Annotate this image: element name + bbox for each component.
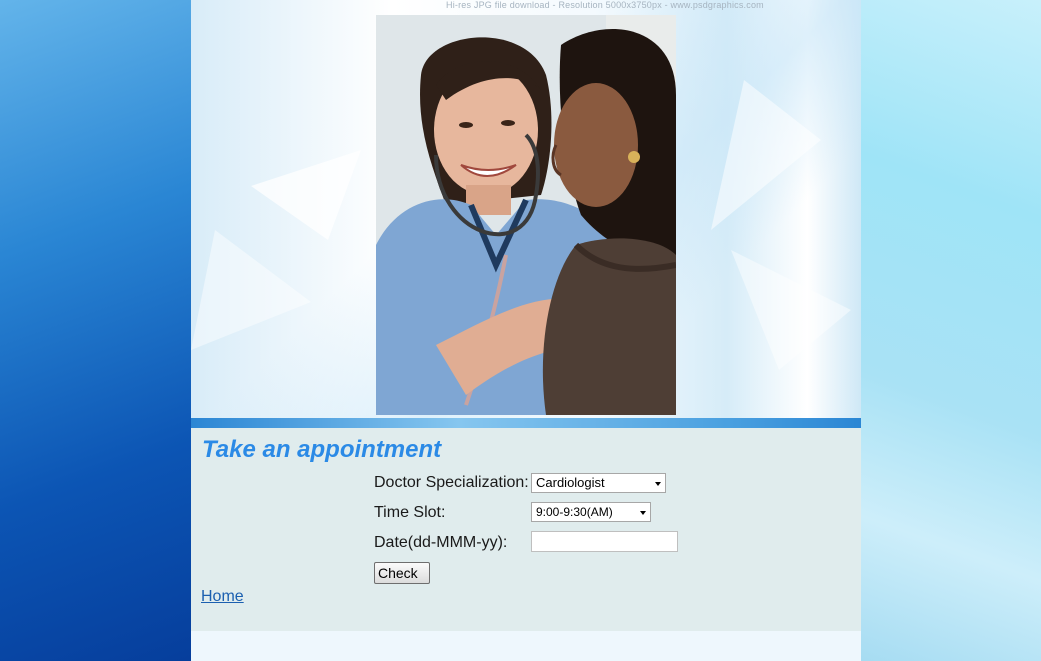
specialization-label: Doctor Specialization: <box>374 474 529 491</box>
footer-area <box>191 631 861 661</box>
specialization-select[interactable]: Cardiologist <box>531 473 666 493</box>
timeslot-label: Time Slot: <box>374 504 446 521</box>
banner-divider <box>191 418 861 428</box>
header-banner: Hi-res JPG file download - Resolution 50… <box>191 0 861 418</box>
date-input[interactable] <box>531 531 678 552</box>
page-title: Take an appointment <box>202 436 442 463</box>
date-label: Date(dd-MMM-yy): <box>374 534 508 551</box>
chevron-down-icon <box>640 511 646 515</box>
banner-shard <box>191 230 311 350</box>
doctor-patient-illustration <box>376 15 676 415</box>
timeslot-select[interactable]: 9:00-9:30(AM) <box>531 502 651 522</box>
right-background <box>861 0 1041 661</box>
banner-shard <box>711 80 821 230</box>
home-link[interactable]: Home <box>201 588 244 606</box>
banner-shard <box>251 150 361 240</box>
check-button[interactable]: Check <box>374 562 430 584</box>
banner-watermark: Hi-res JPG file download - Resolution 50… <box>446 0 764 10</box>
chevron-down-icon <box>655 482 661 486</box>
appointment-panel: Take an appointment Doctor Specializatio… <box>191 428 861 631</box>
timeslot-value: 9:00-9:30(AM) <box>536 505 613 519</box>
left-background <box>0 0 191 661</box>
banner-shard <box>731 250 851 370</box>
doctor-patient-photo <box>376 15 676 415</box>
specialization-value: Cardiologist <box>536 475 605 490</box>
